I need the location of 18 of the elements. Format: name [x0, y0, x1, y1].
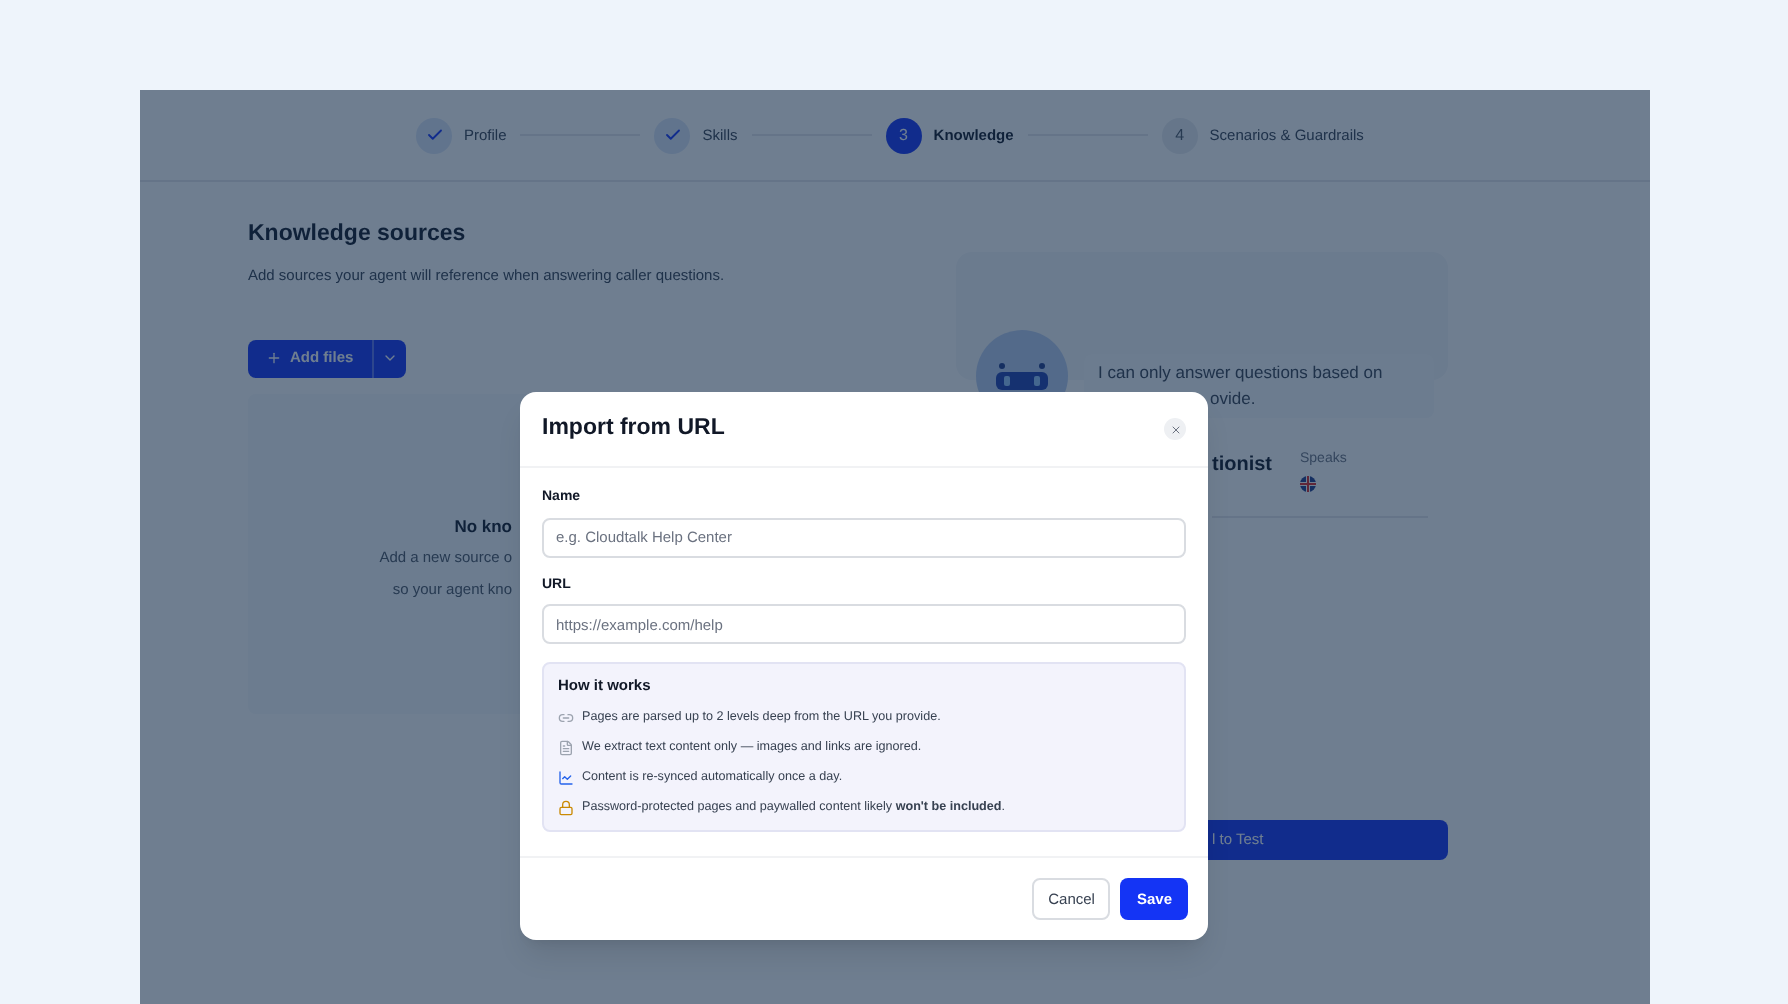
dialog-title: Import from URL	[542, 413, 725, 444]
flag-icon	[1300, 475, 1316, 491]
empty-state-title: No kno	[454, 513, 512, 539]
close-button[interactable]	[1164, 418, 1186, 440]
chevron-down-icon	[381, 350, 398, 366]
lock-icon	[558, 799, 574, 816]
chart-icon	[558, 769, 574, 786]
bubble-text: ovide.	[1208, 386, 1258, 412]
document-icon	[558, 739, 574, 756]
plus-icon	[266, 350, 282, 366]
check-icon	[425, 126, 443, 144]
agent-name: tionist	[1212, 452, 1272, 480]
link-icon	[558, 709, 574, 726]
bubble-text: I can only answer questions based on	[1098, 360, 1385, 386]
section-title: Knowledge sources	[248, 220, 468, 250]
close-icon	[1169, 423, 1181, 435]
robot-face-icon	[994, 362, 1050, 390]
check-icon	[663, 126, 682, 144]
